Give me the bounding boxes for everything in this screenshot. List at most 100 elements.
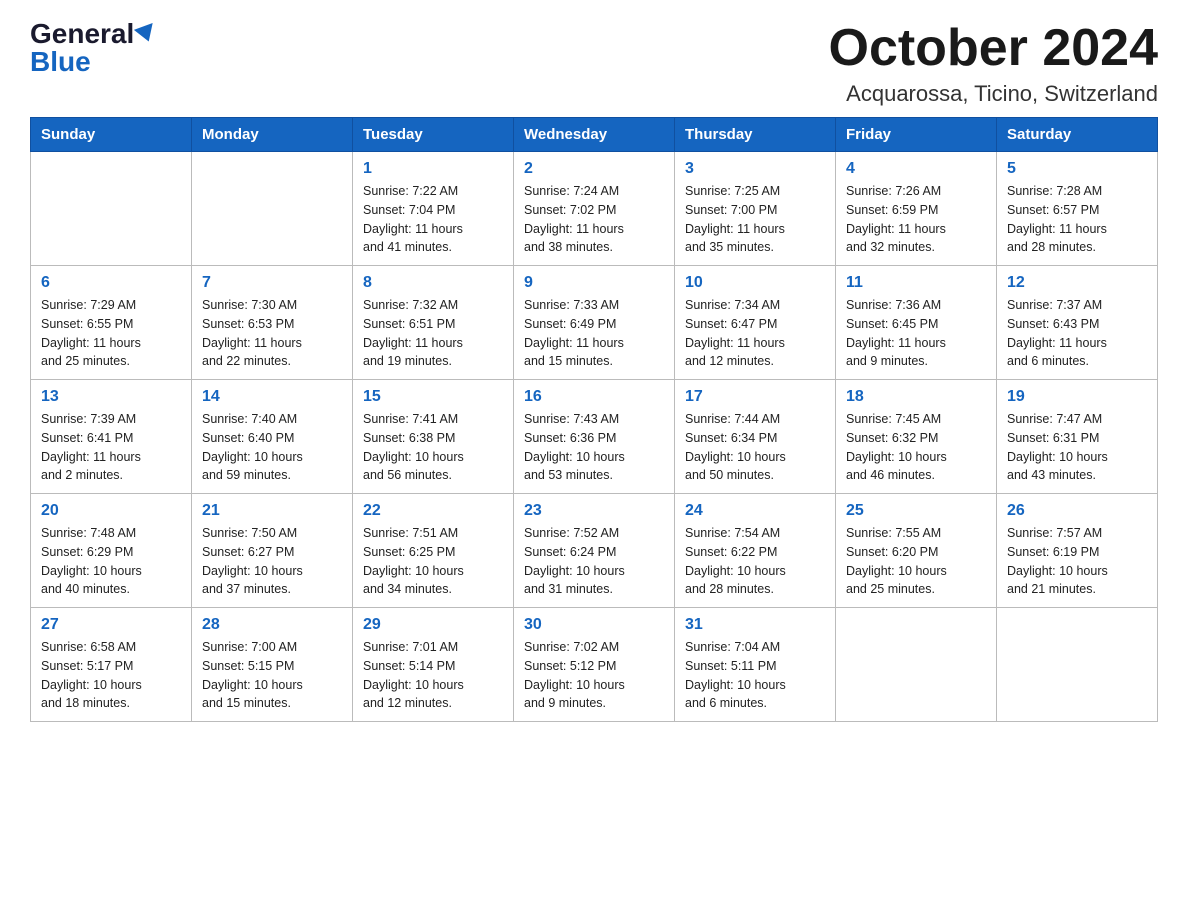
calendar-cell: 17 Sunrise: 7:44 AMSunset: 6:34 PMDayligh… — [675, 380, 836, 494]
weekday-header-sunday: Sunday — [31, 118, 192, 152]
calendar-week-row: 6 Sunrise: 7:29 AMSunset: 6:55 PMDaylight… — [31, 266, 1158, 380]
calendar-cell: 29 Sunrise: 7:01 AMSunset: 5:14 PMDayligh… — [353, 608, 514, 722]
calendar-cell: 11 Sunrise: 7:36 AMSunset: 6:45 PMDayligh… — [836, 266, 997, 380]
day-info: Sunrise: 7:45 AMSunset: 6:32 PMDaylight:… — [846, 410, 986, 485]
day-info: Sunrise: 7:57 AMSunset: 6:19 PMDaylight:… — [1007, 524, 1147, 599]
calendar-cell — [31, 152, 192, 266]
day-number: 18 — [846, 388, 986, 406]
calendar-cell: 9Sunrise: 7:33 AMSunset: 6:49 PMDaylight… — [514, 266, 675, 380]
day-info: Sunrise: 7:55 AMSunset: 6:20 PMDaylight:… — [846, 524, 986, 599]
calendar-cell: 1Sunrise: 7:22 AMSunset: 7:04 PMDaylight… — [353, 152, 514, 266]
calendar-cell: 16 Sunrise: 7:43 AMSunset: 6:36 PMDayligh… — [514, 380, 675, 494]
day-info: Sunrise: 7:36 AMSunset: 6:45 PMDaylight:… — [846, 296, 986, 371]
day-info: Sunrise: 7:52 AMSunset: 6:24 PMDaylight:… — [524, 524, 664, 599]
calendar-cell: 8 Sunrise: 7:32 AMSunset: 6:51 PMDaylight… — [353, 266, 514, 380]
calendar-cell: 12 Sunrise: 7:37 AMSunset: 6:43 PMDayligh… — [997, 266, 1158, 380]
calendar-cell — [997, 608, 1158, 722]
month-title: October 2024 — [829, 20, 1159, 77]
page-header: General Blue October 2024 Acquarossa, Ti… — [30, 20, 1158, 107]
day-number: 16 — [524, 388, 664, 406]
day-info: Sunrise: 7:43 AMSunset: 6:36 PMDaylight:… — [524, 410, 664, 485]
day-number: 5 — [1007, 160, 1147, 178]
day-number: 4 — [846, 160, 986, 178]
calendar-cell — [836, 608, 997, 722]
day-number: 8 — [363, 274, 503, 292]
day-info: Sunrise: 7:34 AMSunset: 6:47 PMDaylight:… — [685, 296, 825, 371]
day-number: 6 — [41, 274, 181, 292]
calendar-cell: 7 Sunrise: 7:30 AMSunset: 6:53 PMDaylight… — [192, 266, 353, 380]
day-number: 15 — [363, 388, 503, 406]
day-info: Sunrise: 7:26 AMSunset: 6:59 PMDaylight:… — [846, 182, 986, 257]
location-title: Acquarossa, Ticino, Switzerland — [829, 81, 1159, 107]
calendar-cell: 10 Sunrise: 7:34 AMSunset: 6:47 PMDayligh… — [675, 266, 836, 380]
day-number: 7 — [202, 274, 342, 292]
day-number: 29 — [363, 616, 503, 634]
day-info: Sunrise: 7:02 AMSunset: 5:12 PMDaylight:… — [524, 638, 664, 713]
day-number: 10 — [685, 274, 825, 292]
calendar-cell: 6 Sunrise: 7:29 AMSunset: 6:55 PMDaylight… — [31, 266, 192, 380]
weekday-header-friday: Friday — [836, 118, 997, 152]
day-number: 31 — [685, 616, 825, 634]
day-info: Sunrise: 7:25 AMSunset: 7:00 PMDaylight:… — [685, 182, 825, 257]
day-info: Sunrise: 7:37 AMSunset: 6:43 PMDaylight:… — [1007, 296, 1147, 371]
day-info: Sunrise: 7:00 AMSunset: 5:15 PMDaylight:… — [202, 638, 342, 713]
day-number: 22 — [363, 502, 503, 520]
weekday-header-tuesday: Tuesday — [353, 118, 514, 152]
day-info: Sunrise: 7:28 AMSunset: 6:57 PMDaylight:… — [1007, 182, 1147, 257]
day-info: Sunrise: 7:51 AMSunset: 6:25 PMDaylight:… — [363, 524, 503, 599]
day-number: 13 — [41, 388, 181, 406]
calendar-week-row: 13 Sunrise: 7:39 AMSunset: 6:41 PMDayligh… — [31, 380, 1158, 494]
calendar-cell: 18 Sunrise: 7:45 AMSunset: 6:32 PMDayligh… — [836, 380, 997, 494]
day-info: Sunrise: 7:54 AMSunset: 6:22 PMDaylight:… — [685, 524, 825, 599]
day-info: Sunrise: 7:44 AMSunset: 6:34 PMDaylight:… — [685, 410, 825, 485]
day-number: 27 — [41, 616, 181, 634]
calendar-cell: 5 Sunrise: 7:28 AMSunset: 6:57 PMDaylight… — [997, 152, 1158, 266]
day-info: Sunrise: 7:39 AMSunset: 6:41 PMDaylight:… — [41, 410, 181, 485]
day-info: Sunrise: 7:50 AMSunset: 6:27 PMDaylight:… — [202, 524, 342, 599]
logo-general-text: General — [30, 20, 134, 48]
day-number: 14 — [202, 388, 342, 406]
day-info: Sunrise: 7:41 AMSunset: 6:38 PMDaylight:… — [363, 410, 503, 485]
day-number: 24 — [685, 502, 825, 520]
day-info: Sunrise: 7:47 AMSunset: 6:31 PMDaylight:… — [1007, 410, 1147, 485]
weekday-header-thursday: Thursday — [675, 118, 836, 152]
calendar-cell — [192, 152, 353, 266]
day-info: Sunrise: 7:04 AMSunset: 5:11 PMDaylight:… — [685, 638, 825, 713]
day-info: Sunrise: 7:40 AMSunset: 6:40 PMDaylight:… — [202, 410, 342, 485]
logo-triangle-icon — [134, 23, 158, 45]
day-number: 3 — [685, 160, 825, 178]
day-number: 17 — [685, 388, 825, 406]
calendar-week-row: 1Sunrise: 7:22 AMSunset: 7:04 PMDaylight… — [31, 152, 1158, 266]
day-info: Sunrise: 7:01 AMSunset: 5:14 PMDaylight:… — [363, 638, 503, 713]
day-number: 9 — [524, 274, 664, 292]
day-info: Sunrise: 7:30 AMSunset: 6:53 PMDaylight:… — [202, 296, 342, 371]
calendar-cell: 3 Sunrise: 7:25 AMSunset: 7:00 PMDaylight… — [675, 152, 836, 266]
day-number: 11 — [846, 274, 986, 292]
calendar-cell: 15 Sunrise: 7:41 AMSunset: 6:38 PMDayligh… — [353, 380, 514, 494]
calendar-cell: 25Sunrise: 7:55 AMSunset: 6:20 PMDayligh… — [836, 494, 997, 608]
day-number: 1 — [363, 160, 503, 178]
calendar-cell: 2 Sunrise: 7:24 AMSunset: 7:02 PMDaylight… — [514, 152, 675, 266]
calendar-cell: 13 Sunrise: 7:39 AMSunset: 6:41 PMDayligh… — [31, 380, 192, 494]
weekday-header-monday: Monday — [192, 118, 353, 152]
calendar-cell: 28 Sunrise: 7:00 AMSunset: 5:15 PMDayligh… — [192, 608, 353, 722]
day-number: 20 — [41, 502, 181, 520]
calendar-cell: 21Sunrise: 7:50 AMSunset: 6:27 PMDayligh… — [192, 494, 353, 608]
calendar-cell: 20 Sunrise: 7:48 AMSunset: 6:29 PMDayligh… — [31, 494, 192, 608]
day-number: 12 — [1007, 274, 1147, 292]
logo: General Blue — [30, 20, 156, 76]
calendar-cell: 24 Sunrise: 7:54 AMSunset: 6:22 PMDayligh… — [675, 494, 836, 608]
day-number: 2 — [524, 160, 664, 178]
day-info: Sunrise: 7:29 AMSunset: 6:55 PMDaylight:… — [41, 296, 181, 371]
calendar-cell: 23Sunrise: 7:52 AMSunset: 6:24 PMDayligh… — [514, 494, 675, 608]
calendar-cell: 14 Sunrise: 7:40 AMSunset: 6:40 PMDayligh… — [192, 380, 353, 494]
day-number: 28 — [202, 616, 342, 634]
day-number: 26 — [1007, 502, 1147, 520]
title-block: October 2024 Acquarossa, Ticino, Switzer… — [829, 20, 1159, 107]
day-info: Sunrise: 7:32 AMSunset: 6:51 PMDaylight:… — [363, 296, 503, 371]
calendar-cell: 22 Sunrise: 7:51 AMSunset: 6:25 PMDayligh… — [353, 494, 514, 608]
calendar-cell: 31 Sunrise: 7:04 AMSunset: 5:11 PMDayligh… — [675, 608, 836, 722]
calendar-cell: 4 Sunrise: 7:26 AMSunset: 6:59 PMDaylight… — [836, 152, 997, 266]
day-info: Sunrise: 7:24 AMSunset: 7:02 PMDaylight:… — [524, 182, 664, 257]
day-info: Sunrise: 7:48 AMSunset: 6:29 PMDaylight:… — [41, 524, 181, 599]
